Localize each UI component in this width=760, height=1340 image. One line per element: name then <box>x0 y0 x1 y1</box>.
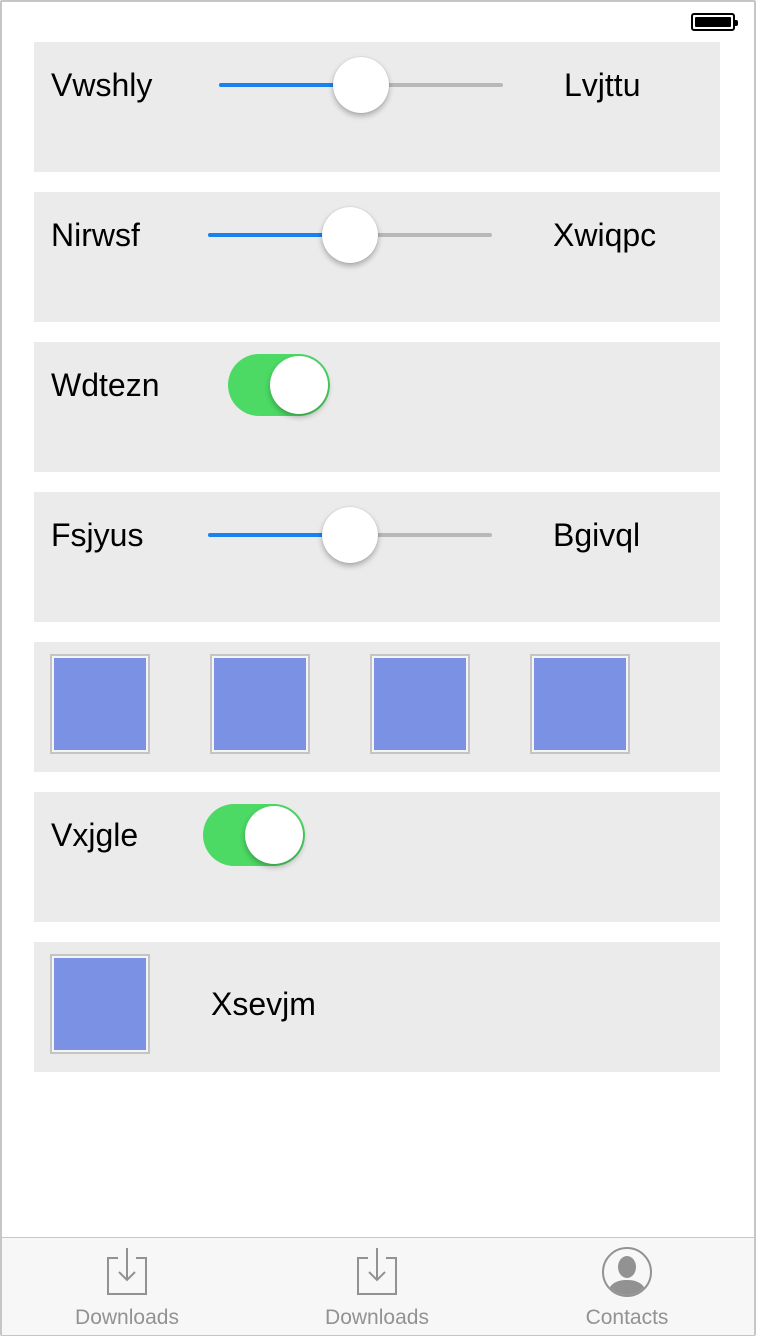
tab-downloads-2[interactable]: Downloads <box>252 1238 502 1335</box>
image-tile[interactable] <box>210 654 310 754</box>
tab-label: Contacts <box>585 1306 669 1329</box>
tab-label: Downloads <box>325 1306 429 1329</box>
tile-label-row: Xsevjm <box>34 942 720 1072</box>
slider-right-label: Bgivql <box>553 517 641 553</box>
image-tile[interactable] <box>50 954 150 1054</box>
slider-thumb[interactable] <box>322 507 378 563</box>
image-tile[interactable] <box>50 654 150 754</box>
toggle-switch-vxjgle[interactable] <box>203 804 305 866</box>
tab-bar: Downloads Downloads Contacts <box>2 1237 754 1335</box>
tile-caption: Xsevjm <box>211 986 316 1022</box>
slider-nirwsf[interactable] <box>208 205 492 265</box>
image-tile[interactable] <box>530 654 630 754</box>
contact-person-icon <box>602 1247 652 1297</box>
slider-left-label: Nirwsf <box>51 217 140 253</box>
slider-left-label: Fsjyus <box>51 517 144 553</box>
image-tile[interactable] <box>370 654 470 754</box>
toggle-row-wdtezn: Wdtezn <box>34 342 720 472</box>
slider-row-vwshly: Vwshly Lvjttu <box>34 42 720 172</box>
download-icon <box>357 1248 397 1295</box>
slider-row-fsjyus: Fsjyus Bgivql <box>34 492 720 622</box>
tab-downloads-1[interactable]: Downloads <box>2 1238 252 1335</box>
toggle-label: Wdtezn <box>51 367 160 403</box>
slider-right-label: Lvjttu <box>564 67 641 103</box>
download-icon <box>107 1248 147 1295</box>
tab-label: Downloads <box>75 1306 179 1329</box>
toggle-knob <box>270 356 328 414</box>
slider-left-label: Vwshly <box>51 67 153 103</box>
slider-thumb[interactable] <box>322 207 378 263</box>
battery-icon <box>691 13 738 31</box>
toggle-knob <box>245 806 303 864</box>
slider-right-label: Xwiqpc <box>553 217 657 253</box>
slider-fsjyus[interactable] <box>208 505 492 565</box>
tab-contacts[interactable]: Contacts <box>502 1238 752 1335</box>
slider-row-nirwsf: Nirwsf Xwiqpc <box>34 192 720 322</box>
toggle-row-vxjgle: Vxjgle <box>34 792 720 922</box>
toggle-label: Vxjgle <box>51 817 139 853</box>
slider-thumb[interactable] <box>333 57 389 113</box>
tiles-row <box>34 642 720 772</box>
slider-vwshly[interactable] <box>219 55 503 115</box>
toggle-switch-wdtezn[interactable] <box>228 354 330 416</box>
